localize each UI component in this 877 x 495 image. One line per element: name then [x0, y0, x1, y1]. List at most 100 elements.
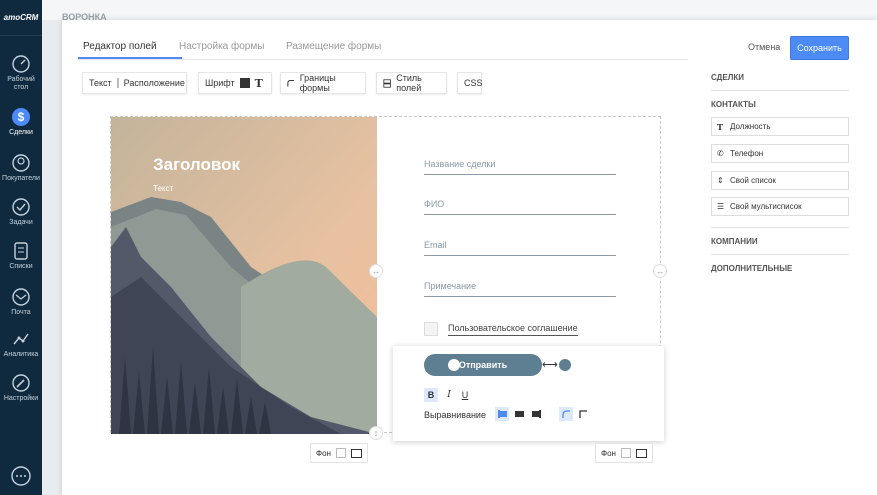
- background-color-swatch[interactable]: [335, 448, 346, 458]
- section-deals[interactable]: СДЕЛКИ: [711, 73, 744, 82]
- section-divider: [711, 227, 849, 228]
- field-deal-name[interactable]: Название сделки: [424, 159, 616, 175]
- lists-icon: [14, 242, 28, 260]
- wrench-icon: [12, 374, 30, 392]
- right-background-control[interactable]: Фон: [595, 443, 653, 463]
- align-left-icon[interactable]: [495, 407, 509, 421]
- field-style-label: Стиль полей: [396, 73, 422, 93]
- dollar-icon: $: [12, 108, 30, 126]
- field-item-custom-list[interactable]: ⇕ Свой список: [711, 171, 849, 190]
- section-additional[interactable]: ДОПОЛНИТЕЛЬНЫЕ: [711, 264, 792, 273]
- nav-item-analytics[interactable]: Аналитика: [0, 329, 42, 359]
- chat-icon[interactable]: [10, 465, 32, 487]
- text-field-icon: T: [717, 122, 723, 132]
- background-label: Фон: [316, 448, 331, 458]
- left-nav: amoCRM Рабочий стол $ Сделки Покупатели …: [0, 0, 42, 495]
- form-background-image[interactable]: Заголовок Текст: [111, 117, 377, 434]
- background-color-swatch[interactable]: [620, 448, 631, 458]
- field-item-position[interactable]: T Должность: [711, 117, 849, 136]
- active-tab-indicator: [78, 57, 182, 59]
- align-right-icon[interactable]: [529, 407, 543, 421]
- font-type-icon[interactable]: T: [255, 77, 263, 90]
- tabs-divider: [78, 59, 688, 60]
- resize-horizontal-icon[interactable]: ⟷: [542, 358, 558, 371]
- italic-button[interactable]: I: [442, 388, 456, 402]
- nav-item-label: Списки: [9, 263, 33, 270]
- mountain-illustration: [111, 117, 377, 434]
- font-tool-label: Шрифт: [205, 78, 235, 88]
- list-icon: ⇕: [717, 176, 724, 185]
- image-icon[interactable]: [635, 448, 647, 458]
- app-logo[interactable]: amoCRM: [0, 0, 42, 36]
- form-heading[interactable]: Заголовок: [153, 155, 240, 175]
- field-style-icon: [383, 78, 391, 88]
- square-corner-icon[interactable]: [576, 407, 590, 421]
- check-icon: [12, 198, 30, 216]
- nav-item-label: Сделки: [9, 129, 33, 136]
- nav-item-label: Задачи: [9, 219, 33, 226]
- underline-button[interactable]: U: [458, 388, 472, 402]
- nav-item-label: Рабочий стол: [7, 76, 35, 91]
- section-divider: [711, 254, 849, 255]
- nav-item-customers[interactable]: Покупатели: [0, 153, 42, 183]
- bold-button[interactable]: B: [424, 388, 438, 402]
- tab-form-placement[interactable]: Размещение формы: [286, 41, 381, 52]
- resize-handle-middle-icon[interactable]: ↔: [369, 264, 383, 278]
- css-tool-label: CSS: [464, 78, 483, 88]
- svg-text:$: $: [18, 110, 25, 124]
- tab-field-editor[interactable]: Редактор полей: [83, 41, 157, 52]
- submit-button[interactable]: Отправить: [424, 354, 542, 376]
- cancel-button[interactable]: Отмена: [748, 42, 780, 52]
- save-button[interactable]: Сохранить: [790, 36, 849, 60]
- speedometer-icon: [12, 55, 30, 73]
- field-item-custom-multilist[interactable]: ☰ Свой мультисписок: [711, 197, 849, 216]
- font-tool[interactable]: Шрифт T: [198, 72, 272, 94]
- field-email[interactable]: Email: [424, 240, 616, 256]
- resize-handle-right-icon[interactable]: ↔: [653, 264, 667, 278]
- nav-item-settings[interactable]: Настройки: [0, 373, 42, 403]
- submit-knob-icon: [448, 359, 460, 371]
- form-editor-modal: Редактор полей Настройка формы Размещени…: [62, 20, 877, 495]
- analytics-icon: [13, 333, 29, 345]
- corner-radius-icon: [287, 79, 294, 87]
- agreement-checkbox[interactable]: [424, 322, 438, 336]
- nav-item-dashboard[interactable]: Рабочий стол: [0, 54, 42, 92]
- submit-button-popover: Отправить ⟷ B I U Выравнивание: [393, 346, 664, 441]
- nav-item-deals[interactable]: $ Сделки: [0, 107, 42, 137]
- background-label: Фон: [601, 448, 616, 458]
- font-color-swatch[interactable]: [239, 78, 250, 88]
- nav-item-mail[interactable]: Почта: [0, 287, 42, 317]
- field-note[interactable]: Примечание: [424, 281, 616, 297]
- field-item-label: Свой список: [730, 176, 776, 185]
- field-style-tool[interactable]: Стиль полей: [376, 72, 447, 94]
- section-companies[interactable]: КОМПАНИИ: [711, 237, 758, 246]
- layout-tool-label[interactable]: Расположение: [124, 78, 185, 88]
- section-contacts[interactable]: КОНТАКТЫ: [711, 100, 756, 109]
- nav-item-lists[interactable]: Списки: [0, 241, 42, 271]
- alignment-label: Выравнивание: [424, 410, 486, 420]
- rounded-corner-icon[interactable]: [559, 407, 573, 421]
- form-borders-tool[interactable]: Границы формы: [280, 72, 366, 94]
- resize-handle-bottom-icon[interactable]: ↕: [369, 426, 383, 440]
- phone-icon: ✆: [717, 149, 724, 158]
- image-icon[interactable]: [350, 448, 362, 458]
- css-tool[interactable]: CSS: [457, 72, 483, 94]
- tab-form-settings[interactable]: Настройка формы: [179, 41, 264, 52]
- align-center-icon[interactable]: [512, 407, 526, 421]
- left-background-control[interactable]: Фон: [310, 443, 368, 463]
- nav-item-label: Аналитика: [3, 351, 39, 358]
- nav-item-tasks[interactable]: Задачи: [0, 197, 42, 227]
- button-color-swatch[interactable]: [559, 359, 571, 371]
- submit-button-label: Отправить: [458, 360, 508, 370]
- field-item-phone[interactable]: ✆ Телефон: [711, 144, 849, 163]
- text-color-swatch[interactable]: [116, 78, 119, 88]
- form-subheading[interactable]: Текст: [153, 184, 173, 193]
- text-tool[interactable]: Текст Расположение: [82, 72, 187, 94]
- background-page-header: ВОРОНКА: [42, 0, 877, 22]
- mail-icon: [12, 288, 30, 306]
- multilist-icon: ☰: [717, 202, 725, 211]
- field-item-label: Телефон: [730, 149, 764, 158]
- nav-item-label: Покупатели: [2, 175, 40, 182]
- field-full-name[interactable]: ФИО: [424, 199, 616, 215]
- agreement-link[interactable]: Пользовательское соглашение: [448, 323, 578, 336]
